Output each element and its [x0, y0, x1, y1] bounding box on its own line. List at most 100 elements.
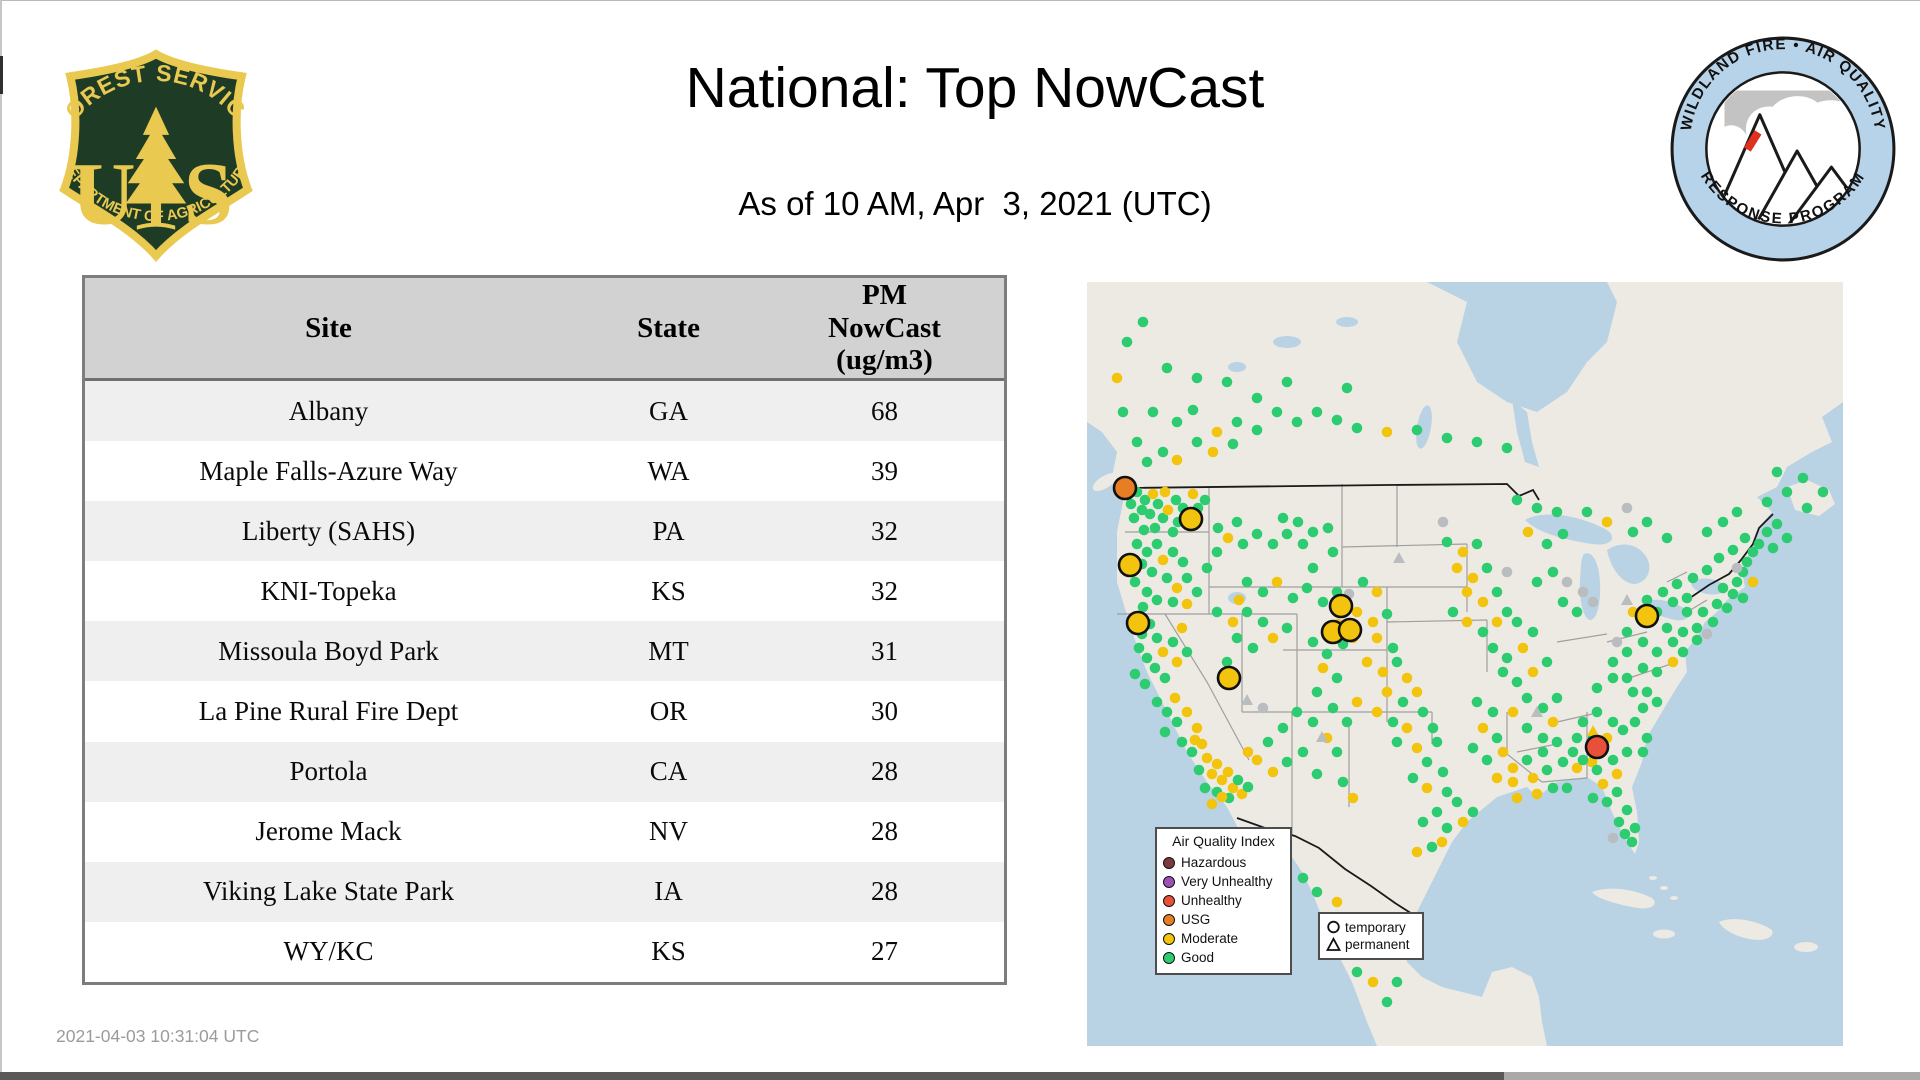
- horizontal-scrollbar-track[interactable]: [0, 1072, 1920, 1080]
- value-cell: 39: [871, 455, 899, 486]
- monitor-dot: [1357, 576, 1369, 588]
- monitor-dot: [1441, 786, 1453, 798]
- temporary-circle-icon: [1327, 920, 1340, 934]
- monitor-dot: [1331, 896, 1343, 908]
- monitor-dot: [1401, 722, 1413, 734]
- monitor-dot: [1467, 806, 1479, 818]
- monitor-dot: [1621, 672, 1633, 684]
- monitor-dot: [1206, 798, 1218, 810]
- monitor-dot: [1147, 406, 1159, 418]
- monitor-dot: [1641, 732, 1653, 744]
- monitor-dot: [1441, 432, 1453, 444]
- monitor-dot: [1381, 426, 1393, 438]
- monitor-dot: [1129, 668, 1141, 680]
- monitor-dot: [1321, 648, 1333, 660]
- monitor-dot: [1181, 646, 1193, 658]
- monitor-dot: [1481, 754, 1493, 766]
- monitor-dot: [1297, 538, 1309, 550]
- column-header-pm-nowcast: PM NowCast (ug/m3): [828, 279, 941, 377]
- aqi-legend-label: Hazardous: [1181, 855, 1247, 870]
- monitor-dot: [1401, 672, 1413, 684]
- monitor-dot: [1191, 586, 1203, 598]
- monitor-dot: [1407, 772, 1419, 784]
- monitor-dot: [1169, 692, 1181, 704]
- monitor-dot: [1471, 696, 1483, 708]
- monitor-dot: [1547, 566, 1559, 578]
- monitor-dot: [1242, 746, 1254, 758]
- monitor-dot: [1191, 436, 1203, 448]
- state-cell: OR: [649, 696, 688, 727]
- monitor-dot: [1251, 528, 1263, 540]
- monitor-dot: [1327, 702, 1339, 714]
- monitor-dot: [1437, 516, 1449, 528]
- monitor-dot: [1621, 502, 1633, 514]
- monitor-dot: [1507, 706, 1519, 718]
- monitor-dot: [1531, 502, 1543, 514]
- monitor-dot: [1621, 746, 1633, 758]
- monitor-dot: [1727, 588, 1739, 600]
- monitor-dot: [1522, 526, 1534, 538]
- monitor-dot: [1281, 528, 1293, 540]
- aqi-legend-label: Unhealthy: [1181, 893, 1242, 908]
- monitor-dot: [1471, 538, 1483, 550]
- monitor-dot: [1587, 596, 1599, 608]
- monitor-dot: [1617, 724, 1629, 736]
- aqi-map: Air Quality Index Hazardous Very Unhealth…: [1087, 282, 1843, 1046]
- monitor-dot: [1547, 716, 1559, 728]
- monitor-dot: [1557, 596, 1569, 608]
- aqi-legend: Air Quality Index Hazardous Very Unhealth…: [1155, 827, 1292, 975]
- horizontal-scrollbar-thumb[interactable]: [0, 1072, 1504, 1080]
- monitor-dot: [1487, 706, 1499, 718]
- monitor-dot: [1237, 538, 1249, 550]
- monitor-dot: [1193, 764, 1205, 776]
- monitor-dot: [1651, 666, 1663, 678]
- aqi-legend-title: Air Quality Index: [1172, 833, 1275, 849]
- monitor-dot: [1441, 536, 1453, 548]
- table-row: La Pine Rural Fire Dept OR 30: [85, 681, 1004, 741]
- monitor-dot: [1227, 616, 1239, 628]
- monitor-dot: [1517, 642, 1529, 654]
- monitor-dot: [1206, 768, 1218, 780]
- monitor-dot: [1687, 572, 1699, 584]
- monitor-dot: [1133, 642, 1145, 654]
- legend-item-temporary: temporary: [1326, 919, 1416, 936]
- monitor-dot: [1411, 686, 1423, 698]
- monitor-dot: [1147, 488, 1159, 500]
- monitor-dot: [1141, 586, 1153, 598]
- monitor-dot: [1591, 764, 1603, 776]
- monitor-dot: [1497, 666, 1509, 678]
- monitor-dot: [1161, 572, 1173, 584]
- aqi-legend-label: USG: [1181, 912, 1211, 927]
- monitor-dot: [1367, 616, 1379, 628]
- monitor-dot: [1711, 598, 1723, 610]
- monitor-dot: [1311, 686, 1323, 698]
- fs-letter-u: U: [71, 146, 135, 244]
- monitor-dot: [1128, 512, 1140, 524]
- monitor-dot: [1411, 424, 1423, 436]
- monitor-dot: [1287, 592, 1299, 604]
- monitor-dot: [1159, 726, 1171, 738]
- monitor-dot: [1721, 602, 1733, 614]
- monitor-dot: [1271, 576, 1283, 588]
- aqi-legend-label: Moderate: [1181, 931, 1239, 946]
- monitor-dot: [1461, 586, 1473, 598]
- monitor-dot: [1171, 454, 1183, 466]
- monitor-dot: [1621, 804, 1633, 816]
- monitor-dot: [1170, 494, 1182, 506]
- monitor-dot: [1337, 776, 1349, 788]
- monitor-dot: [1317, 596, 1329, 608]
- monitor-dot: [1251, 424, 1263, 436]
- monitor-dot: [1311, 768, 1323, 780]
- monitor-dot: [1201, 562, 1213, 574]
- monitor-dot: [1251, 392, 1263, 404]
- monitor-dot: [1361, 656, 1373, 668]
- monitor-dot: [1371, 632, 1383, 644]
- legend-item-permanent: permanent: [1326, 936, 1416, 953]
- state-cell: KS: [651, 936, 686, 967]
- monitor-dot: [1231, 516, 1243, 528]
- left-scrollbar-track[interactable]: [0, 0, 2, 1080]
- monitor-dot: [1331, 746, 1343, 758]
- page-subtitle: As of 10 AM, Apr 3, 2021 (UTC): [738, 185, 1212, 222]
- left-scrollbar-thumb[interactable]: [0, 56, 3, 94]
- monitor-dot: [1211, 758, 1223, 770]
